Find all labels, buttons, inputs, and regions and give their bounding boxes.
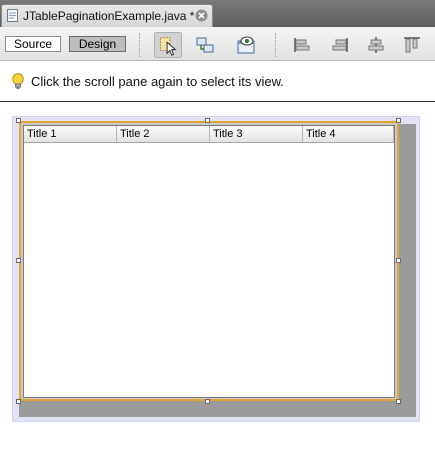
resize-handle[interactable] [396,118,401,123]
align-right-icon [332,38,348,52]
center-horizontally-button[interactable] [366,35,386,55]
close-tab-icon[interactable] [195,9,208,22]
toolbar-separator [275,33,276,57]
lightbulb-icon [12,73,24,89]
resize-handle[interactable] [396,399,401,404]
java-file-icon [7,9,18,22]
selection-mode-icon [160,37,177,56]
resize-handle[interactable] [16,118,21,123]
editor-tab-strip: JTablePaginationExample.java * [0,0,435,27]
align-left-button[interactable] [292,35,312,55]
column-header[interactable]: Title 2 [117,126,210,142]
hint-text: Click the scroll pane again to select it… [31,74,284,89]
selection-mode-button[interactable] [154,32,182,58]
tab-title: JTablePaginationExample.java * [23,9,195,23]
resize-handle[interactable] [16,399,21,404]
resize-handle[interactable] [205,399,210,404]
jtable[interactable]: Title 1 Title 2 Title 3 Title 4 [23,125,395,398]
align-left-icon [294,38,310,52]
center-horizontally-icon [368,37,384,53]
preview-design-icon [237,36,255,54]
resize-handle[interactable] [205,118,210,123]
align-top-button[interactable] [402,35,422,55]
connection-mode-button[interactable] [195,35,215,55]
resize-handle[interactable] [396,258,401,263]
column-header[interactable]: Title 1 [24,126,117,142]
preview-design-button[interactable] [236,35,256,55]
align-right-button[interactable] [330,35,350,55]
table-header: Title 1 Title 2 Title 3 Title 4 [24,126,394,143]
source-button[interactable]: Source [5,36,61,52]
align-top-icon [404,37,420,53]
resize-handle[interactable] [16,258,21,263]
divider [0,101,435,102]
connection-mode-icon [196,37,214,53]
column-header[interactable]: Title 4 [303,126,394,142]
toolbar-separator [139,33,140,57]
editor-toolbar: Source Design [0,27,435,61]
design-button[interactable]: Design [69,36,126,52]
column-header[interactable]: Title 3 [210,126,303,142]
hint-bar: Click the scroll pane again to select it… [0,61,435,102]
editor-tab[interactable]: JTablePaginationExample.java * [1,4,213,27]
